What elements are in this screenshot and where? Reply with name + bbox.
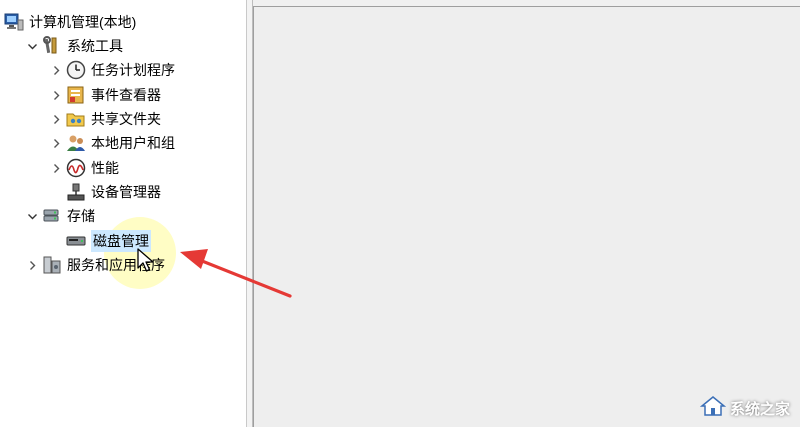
red-arrow-icon [180,249,292,298]
tree-node-local-users-groups[interactable]: 本地用户和组 [50,132,175,154]
details-pane [253,6,800,427]
chevron-right-icon[interactable] [50,84,62,106]
users-icon [66,133,86,153]
clock-icon [66,60,86,80]
storage-icon [42,206,62,226]
tree-node-label: 设备管理器 [91,184,161,200]
chevron-down-icon[interactable] [26,35,38,57]
watermark-text: 系统之家 [729,400,790,418]
house-logo-icon [699,395,727,421]
tree-node-label: 计算机管理(本地) [29,14,137,30]
mouse-cursor-icon [137,248,154,272]
tree-node-event-viewer[interactable]: 事件查看器 [50,84,161,106]
tree-node-shared-folders[interactable]: 共享文件夹 [50,108,161,130]
tree-node-label: 本地用户和组 [91,135,175,151]
chevron-down-icon[interactable] [26,205,38,227]
console-tree-pane: 计算机管理(本地) 系统工具 任务计划程序 事件查看器 共享文件夹 本地用户和组… [0,0,247,427]
tree-node-label: 任务计划程序 [91,62,175,78]
performance-icon [66,158,86,178]
tree-node-performance[interactable]: 性能 [50,157,119,179]
tree-node-system-tools[interactable]: 系统工具 [26,35,123,57]
tree-node-label: 事件查看器 [91,87,161,103]
tree-node-label: 系统工具 [67,38,123,54]
watermark: 系统之家 [699,395,790,421]
disk-icon [66,231,86,251]
chevron-right-icon[interactable] [26,254,38,276]
tools-icon [42,36,62,56]
tree-node-task-scheduler[interactable]: 任务计划程序 [50,59,175,81]
tree-node-label: 性能 [91,160,119,176]
chevron-right-icon[interactable] [50,108,62,130]
shared-folder-icon [66,109,86,129]
tree-node-label: 共享文件夹 [91,111,161,127]
event-viewer-icon [66,85,86,105]
services-icon [42,255,62,275]
tree-node-storage[interactable]: 存储 [26,205,95,227]
tree-node-label: 存储 [67,208,95,224]
tree-node-computer-management[interactable]: 计算机管理(本地) [4,11,136,33]
tree-node-disk-management[interactable]: 磁盘管理 [50,230,151,252]
device-manager-icon [66,182,86,202]
chevron-right-icon[interactable] [50,132,62,154]
tree-node-device-manager[interactable]: 设备管理器 [50,181,161,203]
chevron-right-icon[interactable] [50,59,62,81]
computer-management-icon [4,12,24,32]
chevron-right-icon[interactable] [50,157,62,179]
